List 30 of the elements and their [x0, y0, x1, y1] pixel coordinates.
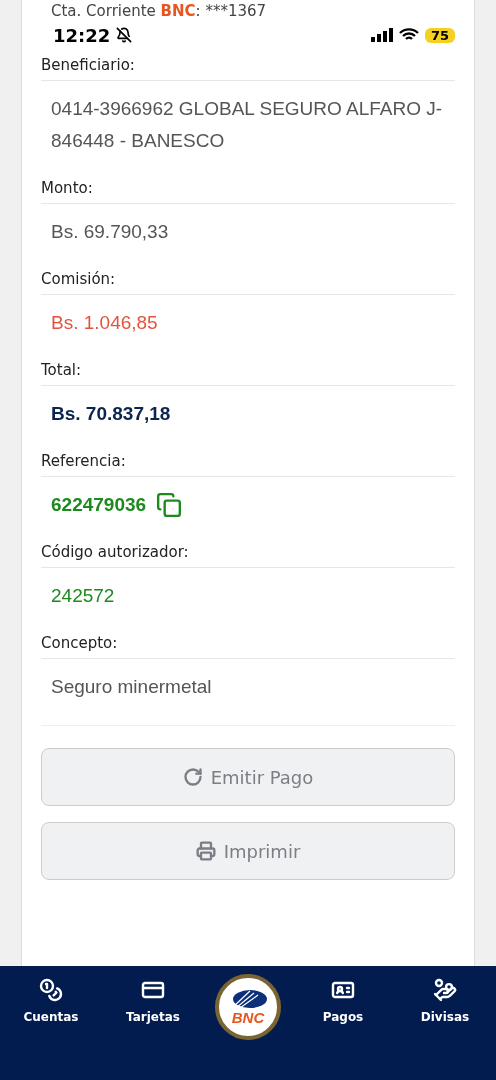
- status-time: 12:22: [53, 24, 111, 46]
- field-label: Total:: [41, 355, 455, 386]
- account-text: Cta. Corriente BNC: ***1367: [50, 1, 268, 20]
- battery-level: 75: [424, 27, 455, 43]
- nav-tab[interactable]: Cuentas: [11, 974, 91, 1028]
- field-label: Concepto:: [41, 628, 455, 659]
- coins-icon: [39, 978, 63, 1002]
- action-button[interactable]: Emitir Pago: [41, 748, 455, 806]
- field-value: Bs. 69.790,33: [51, 220, 169, 244]
- printer-icon: [195, 841, 216, 861]
- field-label: Código autorizador:: [41, 537, 455, 568]
- field-value: 0414-3966962 GLOBAL SEGURO ALFARO J-846448 - BANESCO: [51, 97, 444, 153]
- signal-icon: [370, 28, 393, 42]
- field-value: Seguro minermetal: [51, 675, 212, 699]
- field-value: Bs. 70.837,18: [51, 402, 171, 426]
- wifi-icon: [398, 28, 419, 42]
- field-value: 242572: [51, 584, 115, 608]
- action-button[interactable]: Imprimir: [41, 822, 455, 880]
- field-label: Comisión:: [41, 264, 455, 295]
- bank-logo[interactable]: BNC: [215, 974, 281, 1040]
- field-label: Beneficiario:: [41, 50, 455, 81]
- nav-tab[interactable]: Tarjetas: [113, 974, 193, 1028]
- field-label: Referencia:: [41, 446, 455, 477]
- nav-tab[interactable]: Divisas: [405, 974, 485, 1028]
- field-value: 622479036: [51, 493, 147, 517]
- refresh-icon: [182, 767, 203, 787]
- nav-tab[interactable]: Pagos: [303, 974, 383, 1028]
- copy-icon[interactable]: [156, 492, 183, 518]
- field-label: Monto:: [41, 173, 455, 204]
- field-value: Bs. 1.046,85: [51, 311, 158, 335]
